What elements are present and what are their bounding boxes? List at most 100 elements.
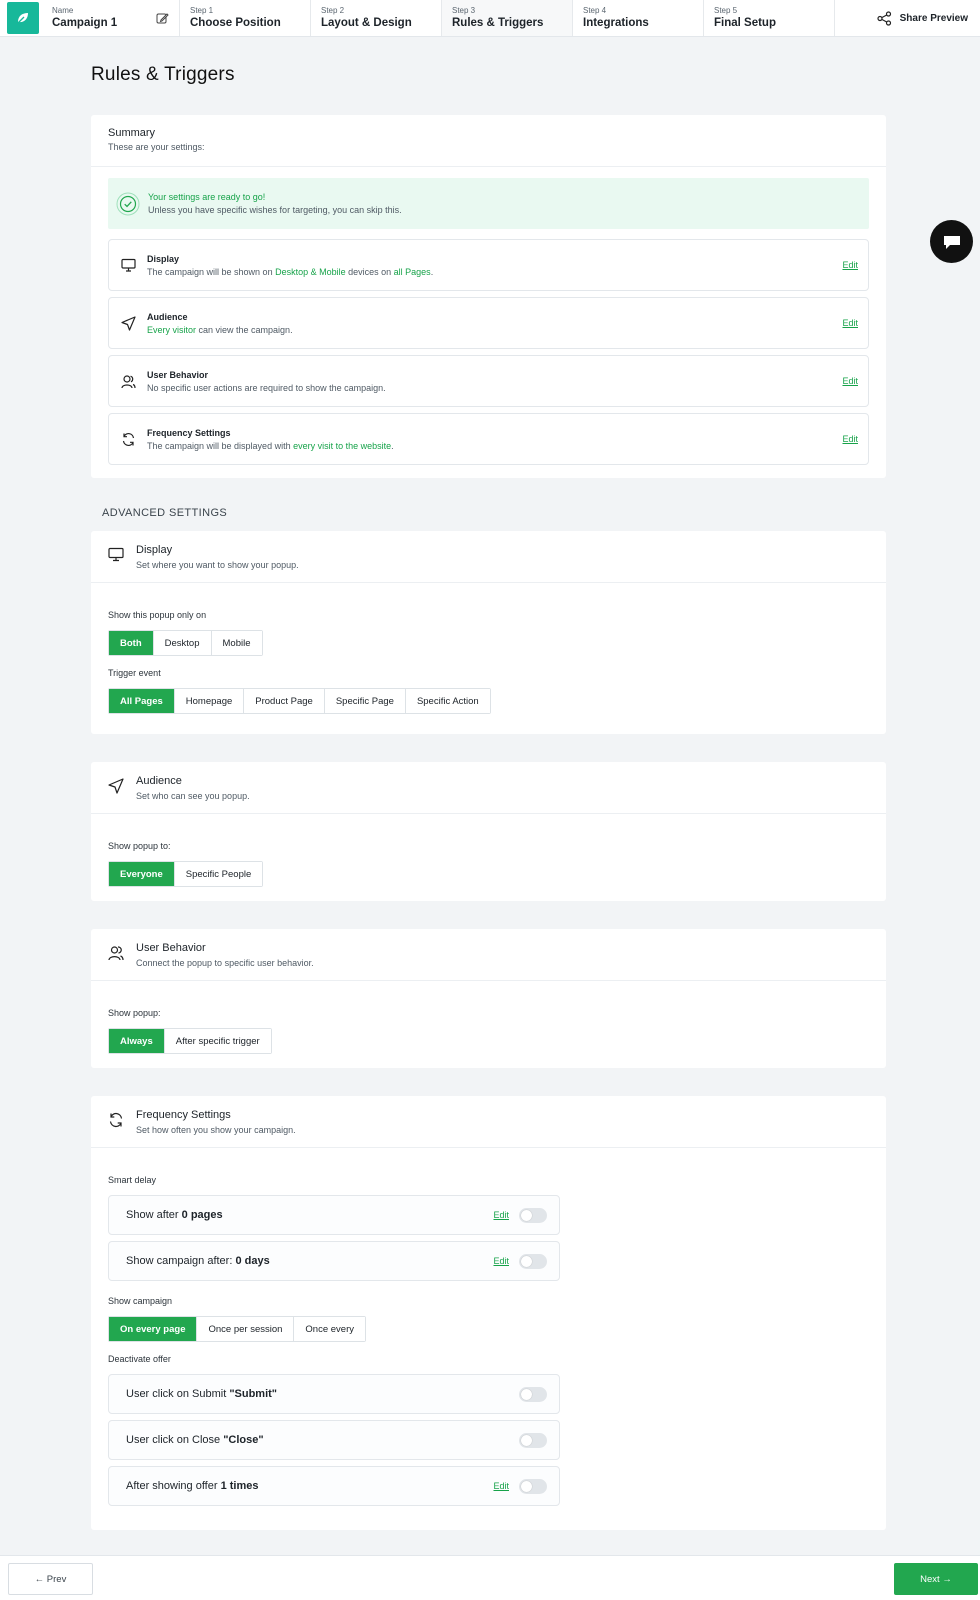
ready-banner: Your settings are ready to go! Unless yo… [108, 178, 869, 229]
delay-days-toggle[interactable] [519, 1253, 547, 1269]
audience-option-everyone[interactable]: Everyone [109, 862, 175, 886]
chat-button[interactable] [930, 220, 973, 263]
edit-audience-link[interactable]: Edit [842, 318, 858, 328]
share-preview-label: Share Preview [899, 12, 968, 24]
label-text: User click on Submit [126, 1388, 230, 1400]
step-rules-triggers[interactable]: Step 3 Rules & Triggers [442, 0, 573, 36]
deactivate-close-toggle[interactable] [519, 1432, 547, 1448]
summary-frequency-title: Frequency Settings [147, 427, 231, 438]
delay-pages-edit-link[interactable]: Edit [493, 1210, 509, 1220]
step-layout-design[interactable]: Step 2 Layout & Design [311, 0, 442, 36]
display-section-header: Display Set where you want to show your … [91, 531, 886, 583]
share-preview-button[interactable]: Share Preview [877, 0, 980, 36]
deactivate-close-label: User click on Close "Close" [126, 1434, 509, 1446]
behavior-section-title: User Behavior [136, 942, 206, 954]
summary-subtitle: These are your settings: [108, 142, 205, 152]
desc-highlight: Every visitor [147, 324, 197, 335]
step-label: Integrations [583, 17, 649, 29]
desc-highlight: all Pages [393, 266, 431, 277]
summary-audience-desc: Every visitor can view the campaign. [147, 325, 842, 335]
deactivate-after-toggle[interactable] [519, 1478, 547, 1494]
edit-frequency-link[interactable]: Edit [842, 434, 858, 444]
show-campaign-label: Show campaign [108, 1296, 173, 1306]
delay-pages-toggle[interactable] [519, 1207, 547, 1223]
step-caption: Step 3 [452, 6, 476, 15]
trigger-option-homepage[interactable]: Homepage [174, 689, 245, 713]
audience-section: Audience Set who can see you popup. Show… [91, 762, 886, 901]
ready-subtitle: Unless you have specific wishes for targ… [148, 205, 402, 215]
behavior-section-subtitle: Connect the popup to specific user behav… [136, 958, 314, 968]
show-option-every-page[interactable]: On every page [109, 1317, 198, 1341]
summary-frequency-desc: The campaign will be displayed with ever… [147, 441, 842, 451]
behavior-section-header: User Behavior Connect the popup to speci… [91, 929, 886, 981]
edit-display-link[interactable]: Edit [842, 260, 858, 270]
step-integrations[interactable]: Step 4 Integrations [573, 0, 704, 36]
summary-behavior-row: User Behavior No specific user actions a… [108, 355, 869, 407]
deactivate-close-row: User click on Close "Close" [108, 1420, 560, 1460]
footer-bar: ← Prev Next → [0, 1555, 980, 1600]
desc-highlight: every visit to the website [293, 440, 392, 451]
desc-text: . [391, 440, 394, 451]
behavior-selector: Always After specific trigger [108, 1028, 272, 1054]
delay-days-label: Show campaign after: 0 days [126, 1255, 493, 1267]
summary-behavior-title: User Behavior [147, 369, 209, 380]
audience-option-specific-people[interactable]: Specific People [174, 862, 263, 886]
display-section: Display Set where you want to show your … [91, 531, 886, 734]
edit-behavior-link[interactable]: Edit [842, 376, 858, 386]
users-icon [121, 374, 137, 389]
chat-bubble-icon [943, 235, 960, 249]
label-value: 0 pages [181, 1209, 223, 1221]
behavior-option-always[interactable]: Always [109, 1029, 165, 1053]
prev-button[interactable]: ← Prev [8, 1563, 93, 1595]
step-choose-position[interactable]: Step 1 Choose Position [180, 0, 311, 36]
deactivate-submit-toggle[interactable] [519, 1386, 547, 1402]
show-option-once-per-session[interactable]: Once per session [197, 1317, 295, 1341]
trigger-option-all-pages[interactable]: All Pages [109, 689, 175, 713]
summary-display-desc: The campaign will be shown on Desktop & … [147, 267, 842, 277]
refresh-icon [108, 1112, 126, 1133]
show-popup-label: Show popup: [108, 1008, 161, 1018]
step-label: Final Setup [714, 17, 776, 29]
show-campaign-selector: On every page Once per session Once ever… [108, 1316, 366, 1342]
label-value: 0 days [235, 1255, 270, 1267]
delay-days-edit-link[interactable]: Edit [493, 1256, 509, 1266]
share-icon [877, 10, 891, 26]
step-caption: Step 4 [583, 6, 607, 15]
audience-section-header: Audience Set who can see you popup. [91, 762, 886, 814]
smart-delay-label: Smart delay [108, 1175, 157, 1185]
step-caption: Step 2 [321, 6, 345, 15]
desc-text: The campaign will be shown on [147, 266, 276, 277]
summary-title: Summary [108, 127, 156, 139]
summary-frequency-row: Frequency Settings The campaign will be … [108, 413, 869, 465]
deactivate-offer-label: Deactivate offer [108, 1354, 171, 1364]
pencil-edit-icon[interactable] [156, 12, 169, 30]
label-value: "Submit" [229, 1388, 278, 1400]
app-logo[interactable] [7, 2, 39, 34]
device-option-mobile[interactable]: Mobile [211, 631, 262, 655]
delay-pages-row: Show after 0 pages Edit [108, 1195, 560, 1235]
display-section-title: Display [136, 544, 173, 556]
step-label: Layout & Design [321, 17, 412, 29]
audience-section-subtitle: Set who can see you popup. [136, 791, 250, 801]
delay-pages-label: Show after 0 pages [126, 1209, 493, 1221]
deactivate-after-edit-link[interactable]: Edit [493, 1481, 509, 1491]
show-only-on-label: Show this popup only on [108, 610, 207, 620]
step-final-setup[interactable]: Step 5 Final Setup [704, 0, 835, 36]
step-label: Choose Position [190, 17, 281, 29]
summary-card: Summary These are your settings: Your se… [91, 115, 886, 478]
campaign-name-field[interactable]: Name Campaign 1 [52, 0, 180, 36]
trigger-option-specific-page[interactable]: Specific Page [324, 689, 406, 713]
behavior-option-after-trigger[interactable]: After specific trigger [164, 1029, 271, 1053]
deactivate-submit-label: User click on Submit "Submit" [126, 1388, 509, 1400]
next-button[interactable]: Next → [894, 1563, 978, 1595]
summary-audience-title: Audience [147, 311, 188, 322]
refresh-icon [121, 432, 137, 447]
device-option-desktop[interactable]: Desktop [153, 631, 212, 655]
summary-display-row: Display The campaign will be shown on De… [108, 239, 869, 291]
trigger-option-product-page[interactable]: Product Page [244, 689, 325, 713]
device-option-both[interactable]: Both [109, 631, 154, 655]
trigger-option-specific-action[interactable]: Specific Action [405, 689, 490, 713]
show-option-once-every[interactable]: Once every [294, 1317, 365, 1341]
summary-display-title: Display [147, 253, 180, 264]
label-value: "Close" [223, 1434, 264, 1446]
